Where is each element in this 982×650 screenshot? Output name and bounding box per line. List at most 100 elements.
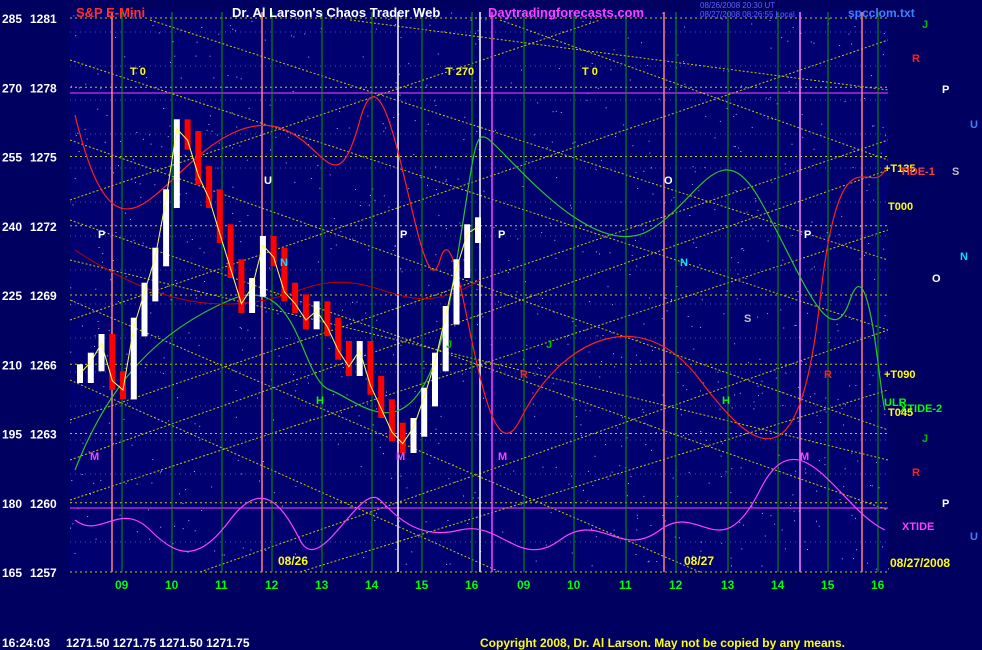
star-dot: [408, 63, 410, 65]
star-dot: [648, 140, 650, 142]
star-dot: [795, 470, 797, 472]
star-dot: [200, 204, 202, 206]
star-dot: [437, 53, 439, 55]
star-dot: [859, 258, 861, 260]
star-dot: [588, 470, 589, 472]
site-link[interactable]: Daytradingforecasts.com: [488, 5, 644, 20]
chart-title-center: Dr. Al Larson's Chaos Trader Web: [232, 5, 440, 20]
star-dot: [613, 49, 615, 51]
star-dot: [330, 248, 332, 250]
star-dot: [522, 186, 524, 188]
star-dot: [589, 21, 591, 23]
star-dot: [97, 108, 99, 110]
star-dot: [400, 37, 402, 39]
star-dot: [643, 323, 645, 325]
star-dot: [507, 272, 509, 274]
right-label: +T090: [884, 369, 916, 381]
star-dot: [157, 335, 159, 337]
star-dot: [485, 19, 487, 21]
star-dot: [541, 232, 543, 234]
star-dot: [825, 411, 827, 413]
star-dot: [746, 211, 748, 213]
star-dot: [665, 298, 667, 299]
star-dot: [79, 87, 80, 89]
star-dot: [367, 115, 369, 117]
star-dot: [740, 467, 742, 469]
star-dot: [629, 368, 631, 370]
star-dot: [661, 318, 663, 320]
y-axis-number: 195: [2, 428, 22, 442]
star-dot: [595, 169, 597, 171]
y-axis-price: 1263: [30, 428, 57, 442]
star-dot: [341, 376, 343, 378]
star-dot: [851, 514, 853, 516]
star-dot: [395, 24, 396, 26]
star-dot: [199, 425, 201, 427]
star-dot: [425, 130, 427, 132]
star-dot: [864, 254, 866, 256]
star-dot: [635, 171, 637, 173]
star-dot: [462, 380, 464, 382]
star-dot: [816, 520, 817, 522]
x-axis-tick-label: 14: [771, 578, 785, 592]
star-dot: [642, 409, 644, 411]
x-axis-tick-label: 13: [721, 578, 735, 592]
star-dot: [427, 123, 429, 125]
star-dot: [816, 490, 818, 492]
star-dot: [717, 381, 719, 383]
star-dot: [621, 445, 623, 447]
star-dot: [72, 523, 74, 525]
star-dot: [814, 393, 816, 395]
star-dot: [720, 455, 722, 457]
star-dot: [720, 476, 722, 478]
star-dot: [754, 198, 756, 200]
star-dot: [605, 444, 607, 446]
right-label: P: [942, 84, 949, 96]
star-dot: [677, 371, 679, 373]
star-dot: [820, 422, 822, 423]
star-dot: [296, 384, 298, 385]
star-dot: [372, 424, 374, 426]
star-dot: [425, 521, 427, 523]
star-dot: [524, 281, 526, 283]
star-dot: [801, 361, 803, 362]
star-dot: [445, 179, 447, 181]
star-dot: [597, 87, 599, 89]
y-axis-price: 1257: [30, 566, 57, 580]
price-bar: [184, 119, 191, 150]
star-dot: [405, 563, 407, 565]
star-dot: [152, 25, 154, 27]
star-dot: [765, 97, 767, 99]
star-dot: [770, 515, 772, 517]
y-axis-price: 1260: [30, 497, 57, 511]
star-dot: [769, 20, 771, 21]
star-dot: [158, 32, 160, 34]
star-dot: [102, 253, 104, 255]
x-axis-tick-label: 15: [415, 578, 429, 592]
star-dot: [356, 301, 358, 303]
star-dot: [813, 148, 815, 150]
star-dot: [149, 134, 150, 136]
star-dot: [852, 167, 854, 169]
star-dot: [868, 184, 870, 186]
star-dot: [594, 455, 596, 457]
star-dot: [755, 200, 757, 202]
star-dot: [348, 432, 350, 434]
star-dot: [451, 12, 453, 14]
star-dot: [146, 76, 148, 78]
price-bar: [345, 341, 352, 376]
star-dot: [265, 550, 267, 551]
star-dot: [825, 397, 827, 399]
star-dot: [435, 189, 437, 190]
x-axis-tick-label: 12: [669, 578, 683, 592]
star-dot: [807, 549, 808, 550]
y-axis-number: 180: [2, 497, 22, 511]
star-dot: [587, 500, 589, 502]
star-dot: [313, 154, 315, 156]
star-dot: [295, 486, 297, 487]
star-dot: [723, 70, 725, 72]
star-dot: [186, 241, 188, 243]
star-dot: [537, 360, 539, 362]
star-dot: [721, 542, 723, 544]
star-dot: [118, 165, 119, 167]
